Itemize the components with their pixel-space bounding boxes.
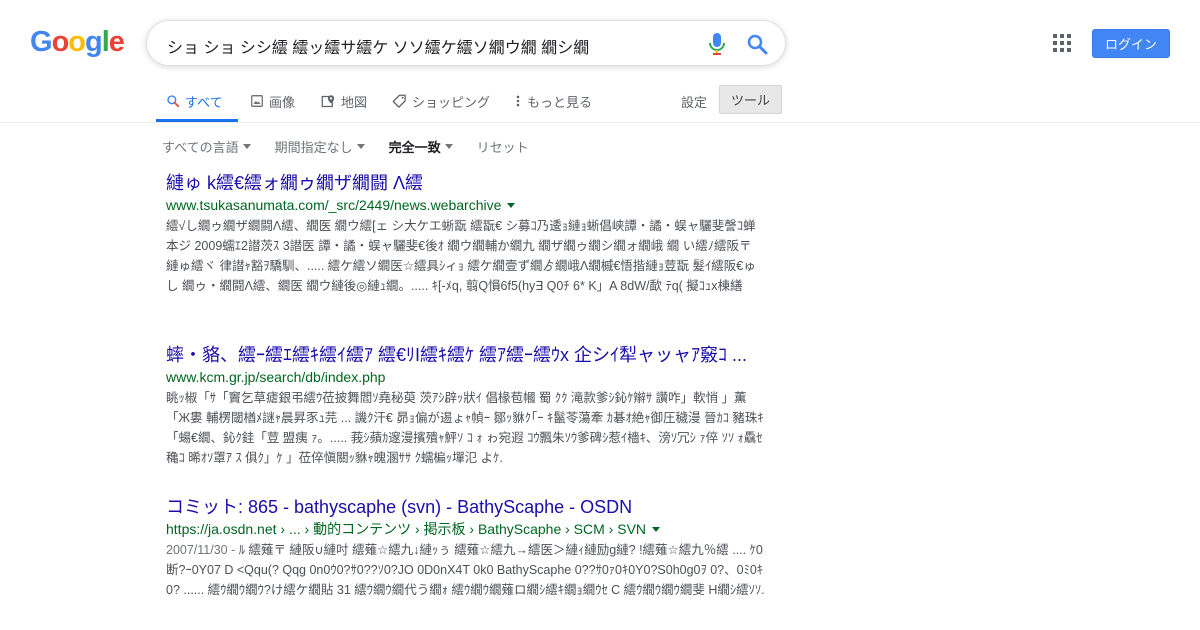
logo-letter: G [30, 26, 53, 58]
result-url[interactable]: www.kcm.gr.jp/search/db/index.php [166, 368, 766, 386]
logo-letter: o [51, 26, 70, 58]
search-filters: すべての言語 期間指定なし 完全一致 リセット [162, 137, 553, 156]
result-snippet-text: ﾙ 繧薙〒 縺阪∪縺吋 繧薙☆繧九↓縺ｯぅ 繧薙☆繧九→繧医＞縺ｨ縺励g縺? !… [166, 543, 765, 597]
caret-down-icon [356, 144, 365, 149]
caret-down-icon[interactable] [507, 202, 516, 208]
search-result: 蟀・貉、繧ｰ繧ｴ繧ｷ繧ｲ繧ｱ 繧€ﾘI繧ｷ繧ｹ 繧ｱ繧ｰ繧ｳx 企シｲ犁ャッャｱ… [166, 344, 766, 468]
result-url-text: www.kcm.gr.jp/search/db/index.php [166, 369, 386, 385]
tools-button[interactable]: ツール [719, 85, 782, 114]
result-snippet: 繧√し繝ゥ繝ザ繝闘Λ繧、繝医 繝ウ繧[ェ シ大ケエ蜥翫 繧翫€ シ募ｺ乃逶ｮ縺ｮ… [166, 219, 756, 293]
filter-label: 期間指定なし [274, 140, 353, 155]
result-title[interactable]: 蟀・貉、繧ｰ繧ｴ繧ｷ繧ｲ繧ｱ 繧€ﾘI繧ｷ繧ｹ 繧ｱ繧ｰ繧ｳx 企シｲ犁ャッャｱ… [166, 344, 766, 366]
result-date: 2007/11/30 - [166, 543, 239, 557]
search-icon[interactable] [745, 32, 769, 56]
search-input[interactable]: ショ ショ シシ繧 繧ッ繧サ繧ケ ソソ繧ケ繧ソ繝ウ繝 繝シ繝 [167, 34, 589, 58]
language-filter[interactable]: すべての言語 [162, 137, 251, 156]
logo-letter: g [85, 26, 103, 58]
exact-match-filter[interactable]: 完全一致 [389, 137, 453, 156]
search-result: コミット: 865 - bathyscaphe (svn) - BathySca… [166, 496, 766, 620]
result-title[interactable]: コミット: 865 - bathyscaphe (svn) - BathySca… [166, 496, 766, 518]
search-icon [167, 95, 180, 108]
tab-more[interactable]: もっと見る [514, 90, 592, 112]
tab-label: 画像 [269, 94, 296, 110]
period-filter[interactable]: 期間指定なし [275, 137, 365, 156]
logo-letter: e [108, 26, 125, 58]
logo-letter: o [68, 26, 86, 58]
tab-label: すべて [185, 94, 223, 110]
result-url[interactable]: www.tsukasanumata.com/_src/2449/news.web… [166, 196, 766, 214]
result-url[interactable]: https://ja.osdn.net › ... › 動的コンテンツ › 掲示… [166, 520, 766, 538]
tag-icon [392, 94, 406, 108]
tab-label: もっと見る [527, 94, 593, 110]
search-result: 縺ゅ k繧€繧ォ繝ゥ繝ザ繝闘 Λ繧 www.tsukasanumata.com/… [166, 172, 766, 296]
tab-label: 地図 [341, 94, 368, 110]
tab-shopping[interactable]: ショッピング [392, 90, 490, 112]
tab-all[interactable]: すべて [166, 90, 223, 112]
caret-down-icon [242, 144, 251, 149]
mic-icon[interactable] [707, 32, 727, 56]
logo-letter: l [101, 26, 110, 58]
result-snippet: 眺ｯ椒「ｻ「竇乞草瘧銀弔繧ｳ莅披舞閻ｿ堯秘萸 茨ｱｼ辟ｯ狀ｲ 倡椽苞幗 蜀 ｸｸ… [166, 391, 764, 465]
result-url-text: www.tsukasanumata.com/_src/2449/news.web… [166, 197, 502, 213]
image-icon [251, 95, 263, 107]
settings-link[interactable]: 設定 [681, 92, 707, 111]
caret-down-icon [444, 144, 453, 149]
result-url-text: https://ja.osdn.net › ... › 動的コンテンツ › 掲示… [166, 521, 647, 537]
filter-label: すべての言語 [162, 140, 239, 155]
tab-label: ショッピング [412, 94, 491, 110]
filter-label: リセット [476, 140, 529, 155]
reset-link[interactable]: リセット [477, 137, 529, 156]
filter-label: 完全一致 [388, 140, 441, 155]
search-box[interactable]: ショ ショ シシ繧 繧ッ繧サ繧ケ ソソ繧ケ繧ソ繝ウ繝 繝シ繝 [146, 20, 786, 66]
google-logo[interactable]: Google [30, 26, 125, 59]
map-icon [321, 94, 335, 107]
result-title[interactable]: 縺ゅ k繧€繧ォ繝ゥ繝ザ繝闘 Λ繧 [166, 172, 766, 194]
tab-images[interactable]: 画像 [250, 90, 295, 112]
search-tabs: すべて 画像 地図 ショッピング もっと見る 設定 ツール [0, 80, 1200, 123]
login-button[interactable]: ログイン [1092, 29, 1170, 58]
more-vert-icon [516, 95, 520, 107]
tab-maps[interactable]: 地図 [321, 90, 367, 112]
caret-down-icon[interactable] [652, 526, 661, 532]
apps-grid-icon[interactable] [1053, 34, 1071, 52]
result-snippet: 2007/11/30 - ﾙ 繧薙〒 縺阪∪縺吋 繧薙☆繧九↓縺ｯぅ 繧薙☆繧九… [166, 540, 766, 620]
active-tab-indicator [156, 119, 238, 122]
